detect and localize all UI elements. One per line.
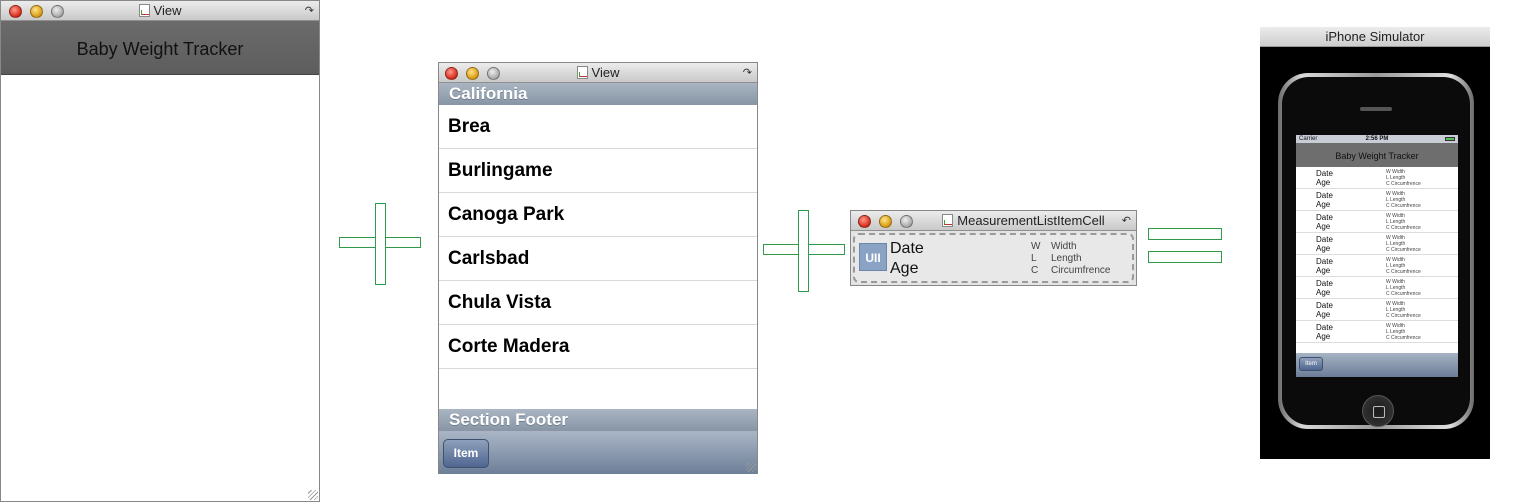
- view-window-1: View ↷ Baby Weight Tracker: [0, 0, 320, 502]
- row-age-label: Age: [1316, 266, 1331, 275]
- table-row[interactable]: Canoga Park: [439, 193, 757, 237]
- row-measure-label: C Circumfrence: [1386, 203, 1421, 209]
- resize-grip-icon[interactable]: [746, 462, 756, 472]
- table-row[interactable]: Date Age W Width L Length C Circumfrence: [1296, 299, 1458, 321]
- row-age-label: Age: [1316, 332, 1331, 341]
- battery-icon: [1445, 137, 1455, 141]
- table-row[interactable]: Burlingame: [439, 149, 757, 193]
- row-date-label: Date: [1316, 191, 1333, 200]
- table-row[interactable]: Date Age W Width L Length C Circumfrence: [1296, 189, 1458, 211]
- row-measure-label: C Circumfrence: [1386, 181, 1421, 187]
- row-measure-label: C Circumfrence: [1386, 291, 1421, 297]
- table-row[interactable]: Date Age W Width L Length C Circumfrence: [1296, 167, 1458, 189]
- resize-grip-icon[interactable]: [308, 490, 318, 500]
- row-age-label: Age: [1316, 288, 1331, 297]
- row-measure-label: C Circumfrence: [1386, 335, 1421, 341]
- sim-item-button[interactable]: Item: [1299, 357, 1323, 371]
- window-titlebar[interactable]: View ↷: [1, 1, 319, 21]
- row-date-label: Date: [1316, 301, 1333, 310]
- window-title: MeasurementListItemCell: [911, 213, 1136, 228]
- row-date-label: Date: [1316, 279, 1333, 288]
- device-screen: Carrier 2:56 PM Baby Weight Tracker Date…: [1296, 135, 1458, 377]
- length-key: L: [1031, 253, 1037, 264]
- window-title-text: MeasurementListItemCell: [957, 213, 1105, 228]
- document-icon: [942, 214, 954, 227]
- row-date-label: Date: [1316, 235, 1333, 244]
- length-label: Length: [1051, 253, 1082, 264]
- plus-sign-1: [339, 203, 421, 285]
- minimize-button[interactable]: [879, 215, 892, 228]
- table-row[interactable]: Date Age W Width L Length C Circumfrence: [1296, 255, 1458, 277]
- row-measure-label: C Circumfrence: [1386, 269, 1421, 275]
- window-title: View: [439, 65, 757, 80]
- nav-title: Baby Weight Tracker: [76, 39, 244, 59]
- item-button[interactable]: Item: [443, 439, 489, 468]
- row-date-label: Date: [1316, 323, 1333, 332]
- document-icon: [576, 66, 588, 79]
- toolbar: Item: [439, 431, 757, 474]
- circumference-key: C: [1031, 265, 1039, 276]
- table-row[interactable]: Date Age W Width L Length C Circumfrence: [1296, 233, 1458, 255]
- toolbar-toggle-icon[interactable]: ↷: [743, 66, 752, 79]
- table-row[interactable]: Corte Madera: [439, 325, 757, 369]
- image-view-placeholder: UII: [859, 243, 887, 271]
- iphone-simulator-window: iPhone Simulator Carrier 2:56 PM Baby We…: [1260, 27, 1490, 459]
- measurement-cell-window: MeasurementListItemCell ↶ UII Date Age W…: [850, 210, 1137, 286]
- row-age-label: Age: [1316, 222, 1331, 231]
- view-window-2: View ↷ California Brea Burlingame Canoga…: [438, 62, 758, 474]
- equals-sign-top: [1148, 228, 1222, 240]
- width-label: Width: [1051, 241, 1077, 252]
- window-title-text: View: [591, 65, 620, 80]
- toolbar-toggle-icon[interactable]: ↶: [1122, 214, 1131, 227]
- row-age-label: Age: [1316, 244, 1331, 253]
- row-measure-label: C Circumfrence: [1386, 225, 1421, 231]
- table-row[interactable]: Brea: [439, 105, 757, 149]
- section-footer: Section Footer: [439, 409, 757, 431]
- sim-nav-bar: Baby Weight Tracker: [1296, 143, 1458, 167]
- table-row[interactable]: Carlsbad: [439, 237, 757, 281]
- date-label: Date: [890, 240, 924, 257]
- navigation-bar: Baby Weight Tracker: [1, 21, 319, 75]
- window-title: View: [1, 3, 319, 18]
- status-bar: Carrier 2:56 PM: [1296, 135, 1458, 143]
- table-cell[interactable]: UII Date Age W Width L Length C Circumfr…: [853, 233, 1134, 283]
- row-measure-label: C Circumfrence: [1386, 313, 1421, 319]
- simulator-title: iPhone Simulator: [1260, 27, 1490, 47]
- section-header: California: [439, 83, 757, 105]
- speaker-icon: [1360, 107, 1392, 111]
- table-row[interactable]: Date Age W Width L Length C Circumfrence: [1296, 211, 1458, 233]
- age-label: Age: [890, 260, 919, 277]
- row-date-label: Date: [1316, 257, 1333, 266]
- document-icon: [138, 4, 150, 17]
- equals-sign-bottom: [1148, 251, 1222, 263]
- circumference-label: Circumfrence: [1051, 265, 1111, 276]
- iphone-device: Carrier 2:56 PM Baby Weight Tracker Date…: [1278, 73, 1474, 429]
- row-age-label: Age: [1316, 200, 1331, 209]
- close-button[interactable]: [858, 215, 871, 228]
- home-button[interactable]: [1362, 395, 1394, 427]
- window-titlebar[interactable]: MeasurementListItemCell ↶: [851, 211, 1136, 231]
- row-measure-label: C Circumfrence: [1386, 247, 1421, 253]
- table-view[interactable]: Brea Burlingame Canoga Park Carlsbad Chu…: [439, 105, 757, 369]
- table-row[interactable]: Date Age W Width L Length C Circumfrence: [1296, 321, 1458, 343]
- window-titlebar[interactable]: View ↷: [439, 63, 757, 83]
- sim-table[interactable]: Date Age W Width L Length C Circumfrence Date…: [1296, 167, 1458, 343]
- row-age-label: Age: [1316, 310, 1331, 319]
- table-row[interactable]: Date Age W Width L Length C Circumfrence: [1296, 277, 1458, 299]
- plus-sign-2: [763, 210, 845, 292]
- row-age-label: Age: [1316, 178, 1331, 187]
- width-key: W: [1031, 241, 1041, 252]
- row-date-label: Date: [1316, 169, 1333, 178]
- row-date-label: Date: [1316, 213, 1333, 222]
- toolbar-toggle-icon[interactable]: ↷: [305, 4, 314, 17]
- window-title-text: View: [153, 3, 182, 18]
- clock-label: 2:56 PM: [1365, 136, 1389, 142]
- sim-toolbar: Item: [1296, 353, 1458, 377]
- table-row[interactable]: Chula Vista: [439, 281, 757, 325]
